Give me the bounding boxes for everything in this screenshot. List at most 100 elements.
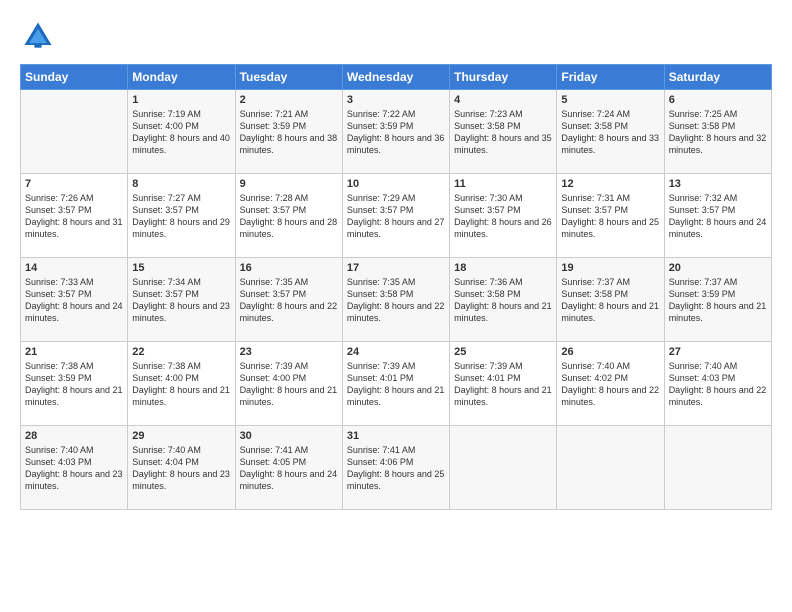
header-day-tuesday: Tuesday [235,65,342,90]
calendar-cell: 29 Sunrise: 7:40 AM Sunset: 4:04 PM Dayli… [128,426,235,510]
day-info: Sunrise: 7:32 AM Sunset: 3:57 PM Dayligh… [669,192,767,241]
day-number: 19 [561,262,659,274]
header-day-sunday: Sunday [21,65,128,90]
day-number: 9 [240,178,338,190]
header [20,18,772,54]
calendar-cell: 6 Sunrise: 7:25 AM Sunset: 3:58 PM Daylig… [664,90,771,174]
day-number: 20 [669,262,767,274]
day-info: Sunrise: 7:31 AM Sunset: 3:57 PM Dayligh… [561,192,659,241]
day-number: 8 [132,178,230,190]
day-info: Sunrise: 7:40 AM Sunset: 4:04 PM Dayligh… [132,444,230,493]
calendar-cell: 4 Sunrise: 7:23 AM Sunset: 3:58 PM Daylig… [450,90,557,174]
week-row-4: 28 Sunrise: 7:40 AM Sunset: 4:03 PM Dayli… [21,426,772,510]
day-info: Sunrise: 7:27 AM Sunset: 3:57 PM Dayligh… [132,192,230,241]
page: SundayMondayTuesdayWednesdayThursdayFrid… [0,0,792,612]
calendar-cell: 2 Sunrise: 7:21 AM Sunset: 3:59 PM Daylig… [235,90,342,174]
calendar-cell: 5 Sunrise: 7:24 AM Sunset: 3:58 PM Daylig… [557,90,664,174]
day-info: Sunrise: 7:24 AM Sunset: 3:58 PM Dayligh… [561,108,659,157]
calendar-cell: 11 Sunrise: 7:30 AM Sunset: 3:57 PM Dayli… [450,174,557,258]
day-info: Sunrise: 7:37 AM Sunset: 3:59 PM Dayligh… [669,276,767,325]
day-info: Sunrise: 7:39 AM Sunset: 4:00 PM Dayligh… [240,360,338,409]
calendar-cell: 3Sunrise: 7:22 AM Sunset: 3:59 PM Daylig… [342,90,449,174]
calendar-cell: 9 Sunrise: 7:28 AM Sunset: 3:57 PM Daylig… [235,174,342,258]
day-number: 11 [454,178,552,190]
day-number: 28 [25,430,123,442]
day-info: Sunrise: 7:25 AM Sunset: 3:58 PM Dayligh… [669,108,767,157]
calendar-cell: 17Sunrise: 7:35 AM Sunset: 3:58 PM Dayli… [342,258,449,342]
day-number: 13 [669,178,767,190]
calendar-cell: 12 Sunrise: 7:31 AM Sunset: 3:57 PM Dayli… [557,174,664,258]
day-number: 29 [132,430,230,442]
day-number: 4 [454,94,552,106]
day-info: Sunrise: 7:41 AM Sunset: 4:06 PM Dayligh… [347,444,445,493]
day-info: Sunrise: 7:36 AM Sunset: 3:58 PM Dayligh… [454,276,552,325]
calendar-cell [450,426,557,510]
calendar-cell: 10 Sunrise: 7:29 AM Sunset: 3:57 PM Dayli… [342,174,449,258]
day-number: 16 [240,262,338,274]
day-number: 21 [25,346,123,358]
header-day-thursday: Thursday [450,65,557,90]
calendar-cell: 15 Sunrise: 7:34 AM Sunset: 3:57 PM Dayli… [128,258,235,342]
calendar-cell: 18 Sunrise: 7:36 AM Sunset: 3:58 PM Dayli… [450,258,557,342]
day-info: Sunrise: 7:28 AM Sunset: 3:57 PM Dayligh… [240,192,338,241]
calendar-cell: 26Sunrise: 7:40 AM Sunset: 4:02 PM Dayli… [557,342,664,426]
calendar-cell: 23Sunrise: 7:39 AM Sunset: 4:00 PM Dayli… [235,342,342,426]
day-number: 5 [561,94,659,106]
calendar-cell: 27 Sunrise: 7:40 AM Sunset: 4:03 PM Dayli… [664,342,771,426]
calendar-cell: 19 Sunrise: 7:37 AM Sunset: 3:58 PM Dayli… [557,258,664,342]
logo-icon [20,18,56,54]
calendar: SundayMondayTuesdayWednesdayThursdayFrid… [20,64,772,510]
calendar-body: 1 Sunrise: 7:19 AM Sunset: 4:00 PM Daylig… [21,90,772,510]
day-number: 1 [132,94,230,106]
calendar-cell: 28 Sunrise: 7:40 AM Sunset: 4:03 PM Dayli… [21,426,128,510]
week-row-0: 1 Sunrise: 7:19 AM Sunset: 4:00 PM Daylig… [21,90,772,174]
day-number: 3 [347,94,445,106]
day-info: Sunrise: 7:37 AM Sunset: 3:58 PM Dayligh… [561,276,659,325]
calendar-cell [21,90,128,174]
day-info: Sunrise: 7:41 AM Sunset: 4:05 PM Dayligh… [240,444,338,493]
day-info: Sunrise: 7:23 AM Sunset: 3:58 PM Dayligh… [454,108,552,157]
day-info: Sunrise: 7:38 AM Sunset: 4:00 PM Dayligh… [132,360,230,409]
day-info: Sunrise: 7:19 AM Sunset: 4:00 PM Dayligh… [132,108,230,157]
calendar-cell: 14Sunrise: 7:33 AM Sunset: 3:57 PM Dayli… [21,258,128,342]
day-number: 22 [132,346,230,358]
day-number: 15 [132,262,230,274]
calendar-cell: 8 Sunrise: 7:27 AM Sunset: 3:57 PM Daylig… [128,174,235,258]
header-day-saturday: Saturday [664,65,771,90]
day-number: 24 [347,346,445,358]
day-info: Sunrise: 7:35 AM Sunset: 3:57 PM Dayligh… [240,276,338,325]
calendar-cell: 16 Sunrise: 7:35 AM Sunset: 3:57 PM Dayli… [235,258,342,342]
day-info: Sunrise: 7:30 AM Sunset: 3:57 PM Dayligh… [454,192,552,241]
day-info: Sunrise: 7:40 AM Sunset: 4:02 PM Dayligh… [561,360,659,409]
week-row-2: 14Sunrise: 7:33 AM Sunset: 3:57 PM Dayli… [21,258,772,342]
day-number: 27 [669,346,767,358]
day-info: Sunrise: 7:34 AM Sunset: 3:57 PM Dayligh… [132,276,230,325]
day-number: 2 [240,94,338,106]
header-row: SundayMondayTuesdayWednesdayThursdayFrid… [21,65,772,90]
calendar-cell: 7Sunrise: 7:26 AM Sunset: 3:57 PM Daylig… [21,174,128,258]
day-info: Sunrise: 7:29 AM Sunset: 3:57 PM Dayligh… [347,192,445,241]
calendar-header: SundayMondayTuesdayWednesdayThursdayFrid… [21,65,772,90]
header-day-wednesday: Wednesday [342,65,449,90]
calendar-cell: 30Sunrise: 7:41 AM Sunset: 4:05 PM Dayli… [235,426,342,510]
calendar-cell: 25Sunrise: 7:39 AM Sunset: 4:01 PM Dayli… [450,342,557,426]
day-number: 12 [561,178,659,190]
day-number: 6 [669,94,767,106]
day-info: Sunrise: 7:40 AM Sunset: 4:03 PM Dayligh… [669,360,767,409]
day-number: 31 [347,430,445,442]
day-number: 10 [347,178,445,190]
logo [20,18,62,54]
day-info: Sunrise: 7:38 AM Sunset: 3:59 PM Dayligh… [25,360,123,409]
calendar-cell: 24Sunrise: 7:39 AM Sunset: 4:01 PM Dayli… [342,342,449,426]
calendar-cell [664,426,771,510]
day-info: Sunrise: 7:40 AM Sunset: 4:03 PM Dayligh… [25,444,123,493]
calendar-cell: 31 Sunrise: 7:41 AM Sunset: 4:06 PM Dayli… [342,426,449,510]
day-number: 25 [454,346,552,358]
week-row-1: 7Sunrise: 7:26 AM Sunset: 3:57 PM Daylig… [21,174,772,258]
day-number: 18 [454,262,552,274]
header-day-friday: Friday [557,65,664,90]
day-info: Sunrise: 7:21 AM Sunset: 3:59 PM Dayligh… [240,108,338,157]
day-info: Sunrise: 7:26 AM Sunset: 3:57 PM Dayligh… [25,192,123,241]
day-info: Sunrise: 7:33 AM Sunset: 3:57 PM Dayligh… [25,276,123,325]
calendar-cell: 13 Sunrise: 7:32 AM Sunset: 3:57 PM Dayli… [664,174,771,258]
